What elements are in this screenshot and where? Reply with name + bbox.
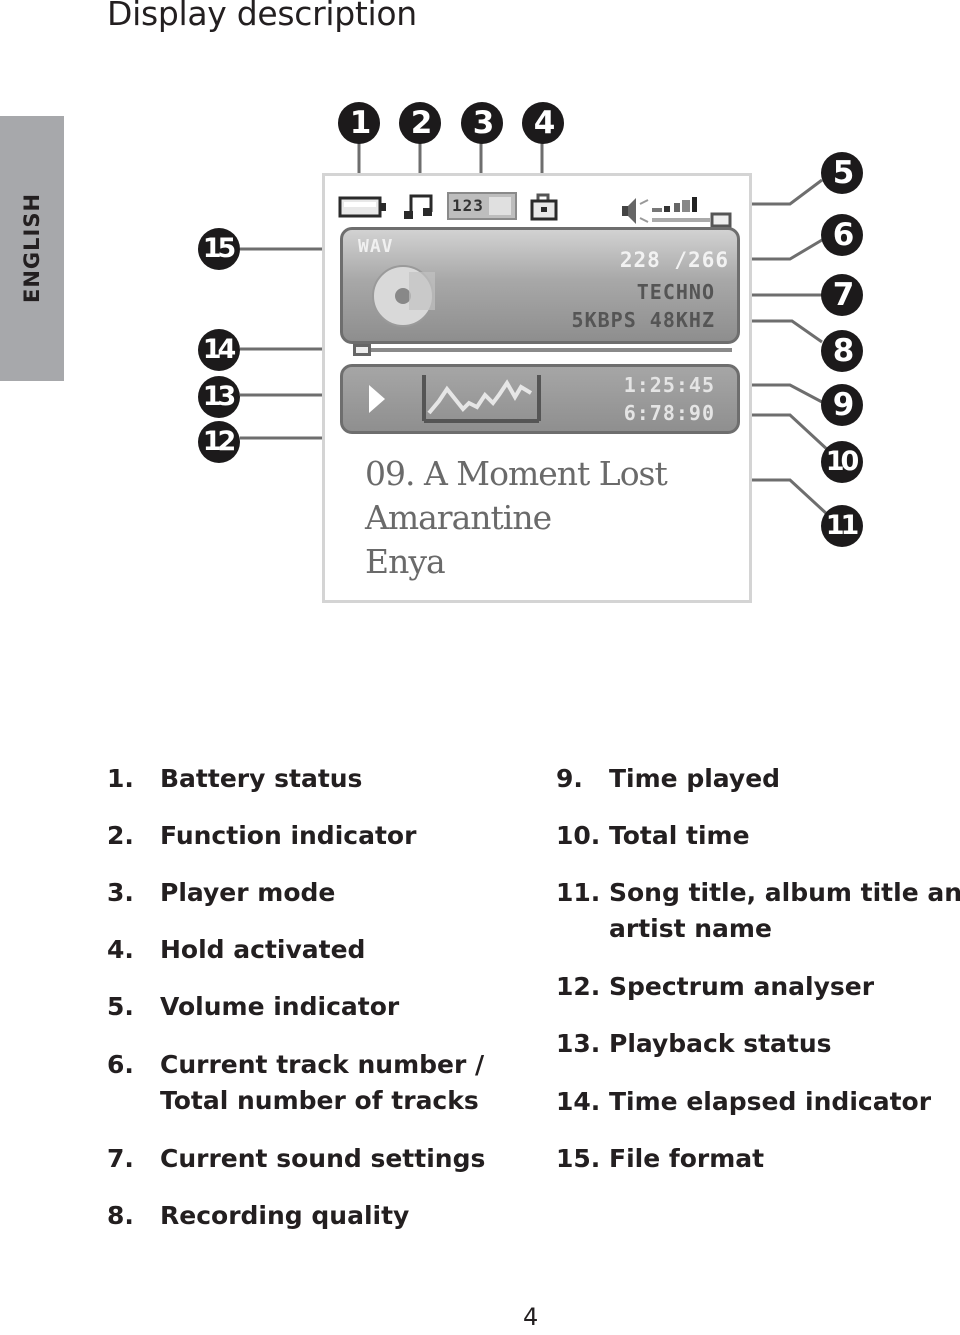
volume-bars: [652, 197, 697, 212]
leader-line-6: [740, 238, 823, 261]
volume-slider-track: [652, 218, 710, 222]
callout-7: 7: [821, 274, 863, 316]
callout-10: 10: [821, 441, 863, 483]
time-elapsed-marker: [353, 344, 371, 356]
player-screen: 123 WAV 228 /266 TECHNO 5KBPS 48KHZ 1:25…: [322, 173, 752, 603]
spectrum-analyser-icon: [422, 375, 541, 423]
song-info: 09. A Moment Lost Amarantine Enya: [365, 452, 668, 584]
callout-6: 6: [821, 214, 863, 256]
callout-3: 3: [461, 102, 503, 144]
callout-8: 8: [821, 330, 863, 372]
player-mode-icon: 123: [447, 192, 517, 220]
callout-1: 1: [338, 102, 380, 144]
track-info-panel: WAV 228 /266 TECHNO 5KBPS 48KHZ: [340, 227, 740, 344]
play-icon: [369, 385, 385, 413]
cd-disc-icon: [372, 265, 435, 327]
callout-14: 14: [198, 329, 240, 371]
callout-2: 2: [399, 102, 441, 144]
sound-setting: TECHNO: [636, 280, 715, 304]
song-title: 09. A Moment Lost: [365, 454, 668, 493]
callout-11: 11: [821, 505, 863, 547]
lock-icon: [530, 193, 558, 221]
total-time: 6:78:90: [623, 401, 715, 425]
recording-quality: 5KBPS 48KHZ: [571, 308, 715, 332]
player-mode-value: 123: [452, 196, 484, 215]
music-note-icon: [404, 194, 433, 219]
callout-9: 9: [821, 384, 863, 426]
callout-15: 15: [198, 228, 240, 270]
time-elapsed-bar: [367, 348, 732, 352]
artist-name: Enya: [365, 542, 446, 581]
album-title: Amarantine: [365, 498, 552, 537]
callout-5: 5: [821, 152, 863, 194]
track-counter: 228 /266: [619, 248, 729, 272]
callout-4: 4: [522, 102, 564, 144]
callout-12: 12: [198, 421, 240, 463]
speaker-icon: [622, 198, 649, 224]
volume-slider-knob: [710, 212, 732, 228]
callout-13: 13: [198, 376, 240, 418]
playback-panel: 1:25:45 6:78:90: [340, 364, 740, 434]
page-number: 4: [523, 1303, 539, 1331]
battery-icon: [338, 196, 386, 218]
time-played: 1:25:45: [623, 373, 715, 397]
file-format: WAV: [358, 236, 394, 257]
